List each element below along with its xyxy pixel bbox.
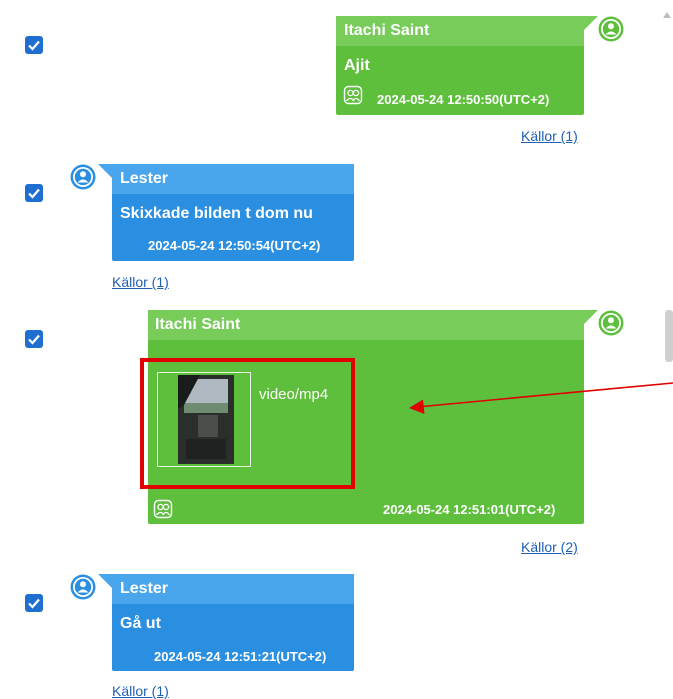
highlight-box <box>140 358 355 489</box>
sender-name: Lester <box>120 580 169 597</box>
bubble-tail <box>98 164 112 178</box>
message-checkbox[interactable] <box>25 36 43 54</box>
sender-name: Lester <box>120 170 169 187</box>
user-avatar-icon <box>598 16 624 42</box>
group-chat-icon <box>153 499 173 519</box>
user-avatar-icon <box>70 574 96 600</box>
bubble-tail <box>98 574 112 588</box>
message-text: Gå ut <box>120 615 161 632</box>
message-timestamp: 2024-05-24 12:50:50(UTC+2) <box>377 92 550 107</box>
message-checkbox[interactable] <box>25 184 43 202</box>
sender-name: Itachi Saint <box>344 22 430 39</box>
message-checkbox[interactable] <box>25 594 43 612</box>
scroll-up-icon[interactable] <box>663 12 671 18</box>
user-avatar-icon <box>598 310 624 336</box>
message-checkbox[interactable] <box>25 330 43 348</box>
message-bubble[interactable]: Lester Skixkade bilden t dom nu 2024-05-… <box>112 164 354 261</box>
sources-link[interactable]: Källor (1) <box>521 128 578 144</box>
message-bubble[interactable]: Itachi Saint Ajit 2024-05-24 12:50:50(UT… <box>336 16 584 115</box>
message-timestamp: 2024-05-24 12:51:01(UTC+2) <box>383 502 556 517</box>
message-timestamp: 2024-05-24 12:51:21(UTC+2) <box>154 649 327 664</box>
sources-link[interactable]: Källor (1) <box>112 274 169 290</box>
message-text: Skixkade bilden t dom nu <box>120 205 313 222</box>
check-icon <box>28 598 40 609</box>
group-chat-icon <box>343 85 363 105</box>
check-icon <box>28 188 40 199</box>
check-icon <box>28 40 40 51</box>
message-text: Ajit <box>344 57 370 74</box>
bubble-tail <box>584 310 598 324</box>
scrollbar-thumb[interactable] <box>665 310 673 362</box>
check-icon <box>28 334 40 345</box>
sender-name: Itachi Saint <box>155 316 241 333</box>
annotation-arrow <box>409 382 673 414</box>
message-bubble[interactable]: Lester Gå ut 2024-05-24 12:51:21(UTC+2) <box>112 574 354 671</box>
sources-link[interactable]: Källor (2) <box>521 539 578 555</box>
sources-link[interactable]: Källor (1) <box>112 683 169 699</box>
user-avatar-icon <box>70 164 96 190</box>
bubble-tail <box>584 16 598 30</box>
message-timestamp: 2024-05-24 12:50:54(UTC+2) <box>148 238 321 253</box>
